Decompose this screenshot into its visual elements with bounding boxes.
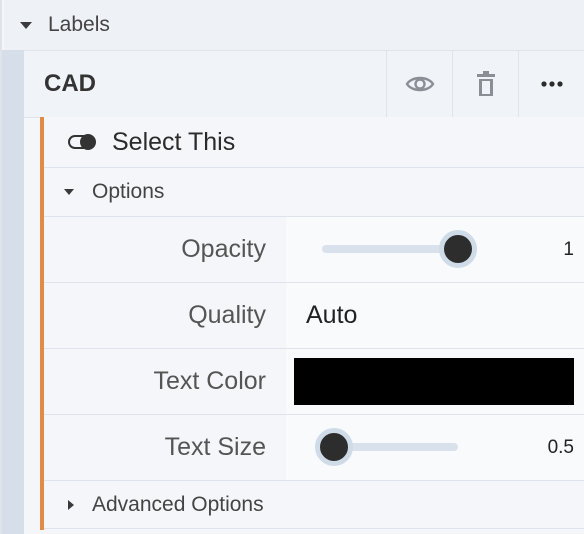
caret-right-icon[interactable]: [68, 499, 74, 510]
text-size-row: Text Size 0.5: [44, 415, 584, 481]
opacity-value: 1: [563, 238, 574, 260]
caret-down-icon[interactable]: [64, 189, 74, 195]
quality-value[interactable]: Auto: [306, 283, 357, 348]
select-this-row[interactable]: Select This: [44, 117, 584, 168]
delete-button[interactable]: [452, 51, 518, 117]
labels-section-title: Labels: [48, 13, 110, 36]
text-size-value: 0.5: [547, 436, 574, 458]
more-button[interactable]: [518, 51, 584, 117]
advanced-options-header[interactable]: Advanced Options: [44, 481, 584, 529]
indent-rail: [2, 50, 24, 534]
layer-header[interactable]: CAD: [24, 51, 584, 118]
text-size-control: 0.5: [286, 415, 584, 480]
text-color-swatch[interactable]: [294, 358, 574, 405]
layer-content: Select This Options Opacity 1 Quality Au…: [40, 117, 584, 530]
layer-name: CAD: [44, 70, 96, 97]
options-section-title: Options: [92, 180, 165, 203]
opacity-slider-handle[interactable]: [439, 230, 477, 268]
select-this-label: Select This: [112, 127, 236, 156]
text-size-label: Text Size: [44, 415, 286, 480]
toggle-switch[interactable]: [68, 134, 98, 150]
quality-row: Quality Auto: [44, 283, 584, 349]
trash-icon: [476, 71, 495, 96]
toggle-knob: [80, 134, 96, 150]
labels-section-header[interactable]: Labels: [4, 0, 584, 51]
advanced-options-title: Advanced Options: [92, 492, 264, 516]
text-color-label: Text Color: [44, 349, 286, 414]
layer-panel: Labels CAD Select This Options Opacity 1…: [0, 0, 584, 534]
more-icon: [540, 81, 563, 87]
opacity-control: 1: [286, 217, 584, 282]
text-color-row: Text Color: [44, 349, 584, 415]
toggle-visibility-button[interactable]: [386, 51, 452, 117]
text-color-control: [286, 349, 584, 414]
eye-icon: [405, 76, 434, 92]
options-section-header[interactable]: Options: [44, 168, 584, 217]
text-size-slider-handle[interactable]: [315, 428, 353, 466]
opacity-label: Opacity: [44, 217, 286, 282]
caret-down-icon[interactable]: [20, 21, 32, 29]
opacity-row: Opacity 1: [44, 217, 584, 283]
quality-label: Quality: [44, 283, 286, 348]
quality-control[interactable]: Auto: [286, 283, 584, 348]
